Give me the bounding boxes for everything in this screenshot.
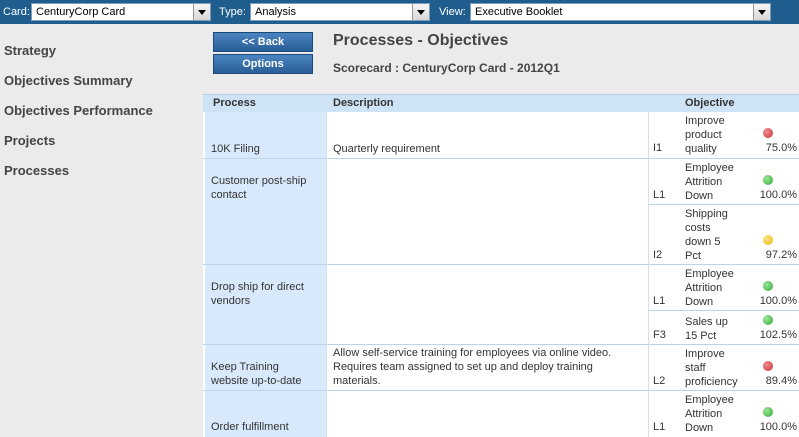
objective-name[interactable]: Improve staff proficiency <box>685 347 738 389</box>
process-name[interactable]: 10K Filing <box>211 142 319 156</box>
table-header-row: Process Description Objective <box>203 94 799 112</box>
column-header-objective: Objective <box>685 97 735 109</box>
process-description: Quarterly requirement <box>333 143 440 155</box>
page-title: Processes - Objectives <box>333 32 509 49</box>
card-select-value: CenturyCorp Card <box>36 6 126 18</box>
status-red-icon <box>763 361 773 371</box>
objective-name[interactable]: Employee Attrition Down <box>685 393 735 435</box>
view-select-value: Executive Booklet <box>475 6 563 18</box>
objective-percent: 100.0% <box>759 295 797 307</box>
objective-percent: 100.0% <box>759 189 797 201</box>
objective-code: L1 <box>653 295 666 307</box>
sidebar-item-strategy[interactable]: Strategy <box>4 43 56 58</box>
objective-code: L2 <box>653 375 666 387</box>
sidebar: Strategy Objectives Summary Objectives P… <box>0 24 203 437</box>
process-name[interactable]: Customer post-ship contact <box>211 174 319 202</box>
chevron-down-icon[interactable] <box>193 4 210 20</box>
type-select[interactable]: Analysis <box>250 3 430 21</box>
objective-code: L1 <box>653 189 666 201</box>
objective-code: I2 <box>653 249 663 261</box>
objective-name[interactable]: Employee Attrition Down <box>685 161 735 203</box>
page-subtitle: Scorecard : CenturyCorp Card - 2012Q1 <box>333 61 560 75</box>
chevron-down-icon[interactable] <box>753 4 770 20</box>
top-toolbar: Card: CenturyCorp Card Type: Analysis Vi… <box>0 0 799 24</box>
type-select-value: Analysis <box>255 6 296 18</box>
processes-table: Process Description Objective 10K Filing… <box>203 94 799 437</box>
status-red-icon <box>763 128 773 138</box>
process-name[interactable]: Keep Training website up-to-date <box>211 360 319 388</box>
sidebar-item-objectives-performance[interactable]: Objectives Performance <box>4 103 153 118</box>
main-header: << Back Options Processes - Objectives S… <box>203 24 799 94</box>
objective-percent: 89.4% <box>765 375 797 387</box>
objective-percent: 97.2% <box>765 249 797 261</box>
status-green-icon <box>763 315 773 325</box>
type-label: Type: <box>219 6 246 18</box>
objective-name[interactable]: Improve product quality <box>685 114 735 156</box>
card-label: Card: <box>3 6 30 18</box>
status-yellow-icon <box>763 235 773 245</box>
column-header-description: Description <box>333 97 394 109</box>
objective-name[interactable]: Sales up 15 Pct <box>685 315 735 343</box>
back-button[interactable]: << Back <box>213 32 313 52</box>
status-green-icon <box>763 407 773 417</box>
objective-code: I1 <box>653 142 663 154</box>
sidebar-item-processes[interactable]: Processes <box>4 163 69 178</box>
process-description: Allow self-service training for employee… <box>333 347 612 387</box>
objective-name[interactable]: Employee Attrition Down <box>685 267 735 309</box>
objective-name[interactable]: Shipping costs down 5 Pct <box>685 207 735 263</box>
chevron-down-icon[interactable] <box>412 4 429 20</box>
objective-percent: 100.0% <box>759 421 797 433</box>
status-green-icon <box>763 175 773 185</box>
objective-code: L1 <box>653 421 666 433</box>
sidebar-item-objectives-summary[interactable]: Objectives Summary <box>4 73 133 88</box>
card-select[interactable]: CenturyCorp Card <box>31 3 211 21</box>
objective-percent: 75.0% <box>765 142 797 154</box>
process-name[interactable]: Order fulfillment <box>211 420 319 434</box>
objective-code: F3 <box>653 329 666 341</box>
options-button[interactable]: Options <box>213 54 313 74</box>
status-green-icon <box>763 281 773 291</box>
column-header-process: Process <box>213 97 256 109</box>
sidebar-item-projects[interactable]: Projects <box>4 133 55 148</box>
view-label: View: <box>439 6 466 18</box>
view-select[interactable]: Executive Booklet <box>470 3 771 21</box>
process-name[interactable]: Drop ship for direct vendors <box>211 280 319 308</box>
objective-percent: 102.5% <box>759 329 797 341</box>
